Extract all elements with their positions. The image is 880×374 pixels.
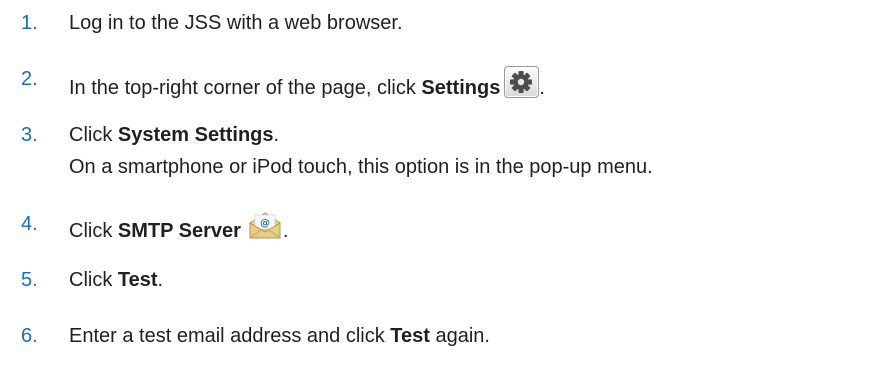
step-text-after: . xyxy=(273,124,280,146)
step-text-after: . xyxy=(157,269,164,291)
step-text-before: In the top-right corner of the page, cli… xyxy=(69,77,422,99)
step-3-note: On a smartphone or iPod touch, this opti… xyxy=(69,156,653,178)
step-text-before: Enter a test email address and click xyxy=(69,325,391,347)
step-text-before: Click xyxy=(69,220,118,242)
step-text: Click System Settings. xyxy=(69,122,279,148)
step-text-before: Click xyxy=(69,269,118,291)
step-number: 1. xyxy=(21,12,38,34)
step-text: Log in to the JSS with a web browser. xyxy=(69,10,403,36)
step-text: In the top-right corner of the page, cli… xyxy=(69,66,545,101)
test-label: Test xyxy=(390,325,430,347)
step-number: 6. xyxy=(21,325,38,347)
step-text-after: again. xyxy=(429,325,490,347)
test-label: Test xyxy=(117,269,158,291)
step-text: Click SMTP Server @. xyxy=(69,211,288,244)
gear-icon xyxy=(504,66,540,98)
step-number: 2. xyxy=(21,68,38,90)
svg-text:@: @ xyxy=(260,218,270,229)
step-number: 3. xyxy=(21,124,38,146)
step-number: 4. xyxy=(21,213,38,235)
step-text-after: . xyxy=(282,220,289,242)
smtp-server-label: SMTP Server xyxy=(117,220,241,242)
step-text: Click Test. xyxy=(69,267,163,293)
step-text-before: Click xyxy=(69,124,118,146)
step-text-content: Log in to the JSS with a web browser. xyxy=(69,12,403,34)
system-settings-label: System Settings xyxy=(117,124,274,146)
step-number: 5. xyxy=(21,269,38,291)
step-text: Enter a test email address and click Tes… xyxy=(69,323,490,349)
mail-envelope-icon: @ xyxy=(247,211,283,241)
settings-label: Settings xyxy=(421,77,501,99)
step-text-after: . xyxy=(539,77,545,99)
